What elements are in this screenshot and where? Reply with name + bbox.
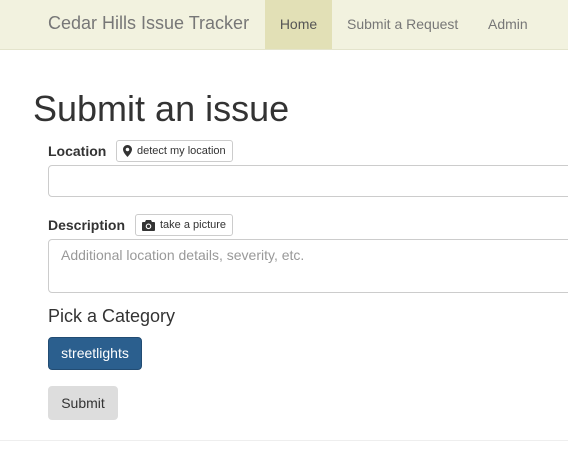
footer-divider [0, 440, 568, 441]
nav-admin[interactable]: Admin [488, 0, 528, 49]
navbar: Cedar Hills Issue Tracker Home Submit a … [0, 0, 568, 50]
location-label: Location [48, 143, 107, 159]
description-label: Description [48, 217, 126, 233]
take-picture-button[interactable]: take a picture [135, 214, 234, 236]
nav-submit-request[interactable]: Submit a Request [347, 0, 458, 49]
category-streetlights-button[interactable]: streetlights [48, 337, 142, 370]
location-input[interactable] [48, 165, 568, 197]
nav-home[interactable]: Home [265, 0, 332, 49]
category-heading: Pick a Category [48, 306, 176, 326]
camera-icon [142, 219, 155, 231]
detect-location-label: detect my location [137, 145, 226, 157]
take-picture-label: take a picture [160, 219, 227, 231]
page-title: Submit an issue [33, 88, 290, 129]
detect-location-button[interactable]: detect my location [116, 140, 233, 162]
map-marker-icon [123, 145, 132, 157]
description-textarea[interactable] [48, 239, 568, 293]
submit-button[interactable]: Submit [48, 386, 118, 420]
brand-link[interactable]: Cedar Hills Issue Tracker [48, 13, 249, 34]
